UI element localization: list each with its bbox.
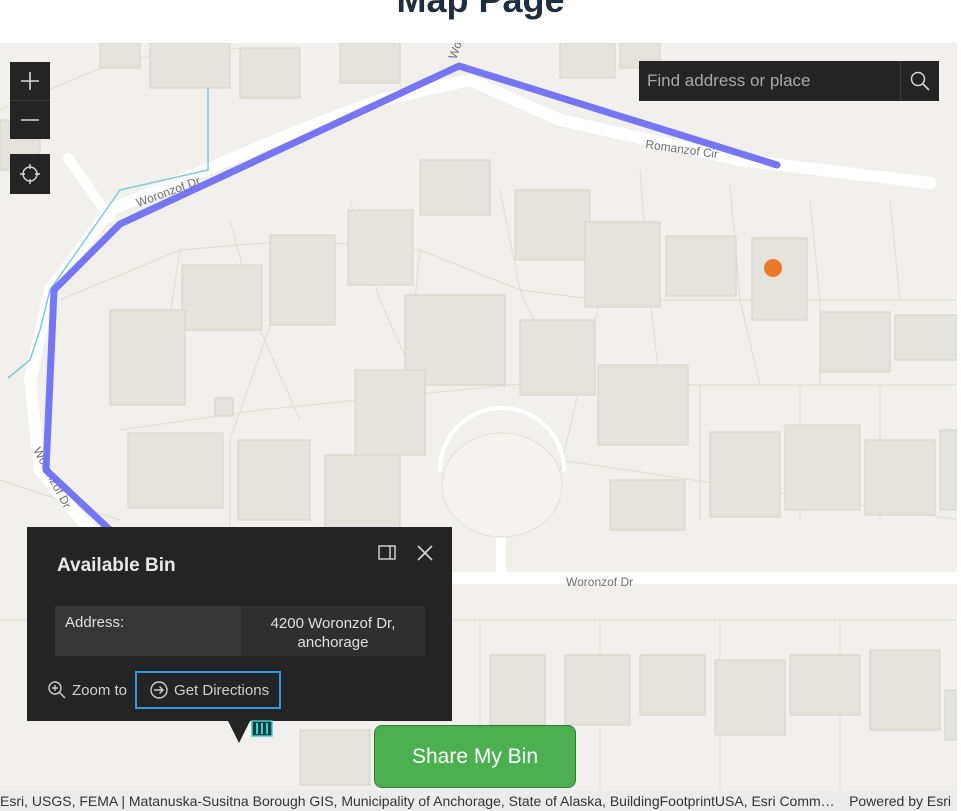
- attribution-bar: Esri, USGS, FEMA | Matanuska-Susitna Bor…: [0, 790, 957, 811]
- address-label: Address:: [55, 606, 241, 656]
- popup-actions: Zoom to Get Directions: [45, 671, 282, 709]
- popup-title: Available Bin: [57, 555, 176, 576]
- street-label-woronzof-cut: Woronzof: [446, 43, 477, 61]
- zoom-out-button[interactable]: [10, 100, 50, 139]
- search-icon: [910, 71, 930, 91]
- dock-button[interactable]: [377, 543, 397, 563]
- locate-button[interactable]: [10, 154, 50, 194]
- bin-icon[interactable]: [250, 715, 274, 739]
- zoom-to-button[interactable]: Zoom to: [45, 672, 129, 708]
- search-button[interactable]: [900, 61, 939, 101]
- zoom-to-label: Zoom to: [72, 681, 128, 699]
- get-directions-button[interactable]: Get Directions: [135, 671, 282, 709]
- zoom-in-button[interactable]: [10, 62, 50, 100]
- close-icon: [417, 545, 433, 561]
- location-marker: [764, 259, 782, 277]
- attribute-table: Address: 4200 Woronzof Dr, anchorage: [55, 606, 425, 656]
- page-title: Map Page: [0, 0, 961, 22]
- street-label-woronzof-bottom: Woronzof Dr: [566, 575, 633, 589]
- popup-pointer: [228, 721, 250, 743]
- powered-by-link[interactable]: Powered by Esri: [835, 793, 957, 809]
- search-widget: [639, 61, 939, 101]
- feature-popup: Available Bin Address: 4200 Woronzof Dr,…: [27, 527, 452, 721]
- zoom-controls: [10, 62, 50, 139]
- minus-icon: [21, 119, 39, 121]
- search-input[interactable]: [639, 61, 900, 101]
- close-button[interactable]: [414, 542, 436, 564]
- zoom-in-magnifier-icon: [48, 681, 66, 699]
- address-value: 4200 Woronzof Dr, anchorage: [270, 615, 396, 651]
- dock-icon: [378, 545, 396, 560]
- arrow-circle-icon: [150, 681, 168, 699]
- share-my-bin-button[interactable]: Share My Bin: [374, 725, 576, 788]
- crosshair-icon: [20, 164, 40, 184]
- get-directions-label: Get Directions: [174, 681, 270, 699]
- plus-icon: [21, 72, 39, 90]
- attribution-text[interactable]: Esri, USGS, FEMA | Matanuska-Susitna Bor…: [0, 793, 835, 809]
